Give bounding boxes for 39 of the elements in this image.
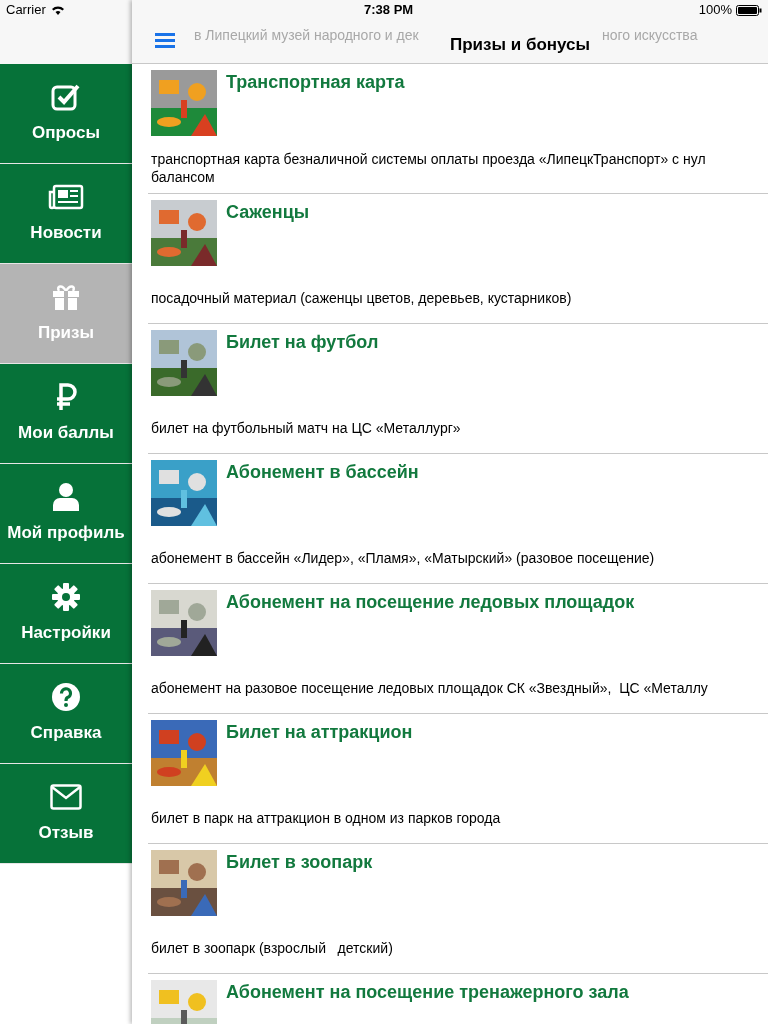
menu-icon[interactable] <box>155 33 175 48</box>
sidebar-item[interactable]: Справка <box>0 664 132 764</box>
prize-description: посадочный материал (саженцы цветов, деревьев, кустарников) <box>151 289 572 307</box>
prize-title[interactable]: Транспортная карта <box>226 70 405 94</box>
help-icon <box>52 682 80 711</box>
sidebar-item[interactable]: Настройки <box>0 564 132 664</box>
checkbox-icon <box>51 82 81 111</box>
prize-description: абонемент в бассейн «Лидер», «Пламя», «Матырский» (разовое посещение) <box>151 549 655 567</box>
prize-description: билет в парк на аттракцион в одном из парков города <box>151 809 501 827</box>
newspaper-icon <box>48 183 84 210</box>
wifi-icon <box>50 5 65 15</box>
ruble-icon <box>55 382 77 411</box>
battery-icon <box>736 4 762 16</box>
prize-description: транспортная карта безналичной системы оплаты проезда «ЛипецкТранспорт» с нул балансом <box>151 150 706 186</box>
faded-description: ного искусства <box>602 26 698 45</box>
prize-description: билет на футбольный матч на ЦС «Металлург» <box>151 419 461 437</box>
clock-time: 7:38 PM <box>364 1 414 20</box>
faded-description: в Липецкий музей народного и дек <box>194 26 419 45</box>
sidebar-item[interactable]: Отзыв <box>0 764 132 864</box>
sidebar-item[interactable]: Мой профиль <box>0 464 132 564</box>
prize-title[interactable]: Абонемент в бассейн <box>226 460 419 484</box>
prize-description: абонемент на разовое посещение ледовых площадок СК «Звездный», ЦС «Металлу <box>151 679 708 697</box>
sidebar-item[interactable]: Мои баллы <box>0 364 132 464</box>
gift-icon <box>52 283 80 310</box>
prize-description: билет в зоопарк (взрослый детский) <box>151 939 393 957</box>
settings-icon <box>52 582 80 611</box>
prize-title[interactable]: Абонемент на посещение ледовых площадок <box>226 590 635 614</box>
screen-title: Призы и бонусы <box>450 34 591 56</box>
prize-title[interactable]: Билет на аттракцион <box>226 720 413 744</box>
prize-title[interactable]: Билет в зоопарк <box>226 850 373 874</box>
prize-title[interactable]: Абонемент на посещение тренажерного зала <box>226 980 629 1004</box>
sidebar-item[interactable]: Новости <box>0 164 132 264</box>
prize-title[interactable]: Саженцы <box>226 200 310 224</box>
user-icon <box>53 482 79 511</box>
prize-title[interactable]: Билет на футбол <box>226 330 379 354</box>
battery-percent: 100% <box>698 1 732 20</box>
sidebar-item[interactable]: Опросы <box>0 64 132 164</box>
carrier-label: Carrier <box>6 1 46 20</box>
envelope-icon <box>50 783 82 810</box>
